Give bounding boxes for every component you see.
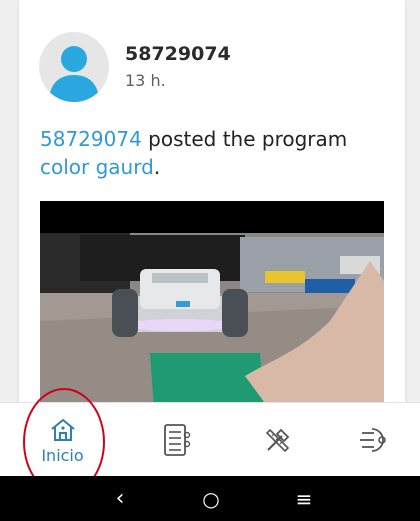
post-action-text: posted the program (141, 127, 348, 151)
nav-build[interactable] (225, 403, 330, 477)
post-username[interactable]: 58729074 (125, 43, 231, 65)
nav-inicio-label: Inicio (41, 445, 84, 465)
author-link[interactable]: 58729074 (40, 127, 142, 151)
nav-programs[interactable] (125, 403, 230, 477)
post-end-punct: . (153, 155, 161, 179)
build-tools-icon (265, 428, 289, 453)
system-home-button[interactable]: ○ (181, 476, 241, 521)
avatar[interactable] (39, 32, 109, 102)
home-icon (50, 418, 75, 441)
system-recents-button[interactable]: ≡ (274, 476, 334, 521)
user-placeholder-icon (49, 46, 99, 102)
post-video[interactable] (40, 201, 384, 410)
program-list-icon (163, 424, 190, 456)
post-timestamp: 13 h. (125, 71, 166, 90)
post-description: 58729074 posted the program color gaurd. (40, 125, 390, 181)
video-frame-image (40, 201, 384, 410)
program-link[interactable]: color gaurd (40, 155, 154, 179)
nav-more[interactable] (322, 403, 420, 477)
system-navigation-bar: ‹ ○ ≡ (0, 476, 420, 521)
menu-more-icon (359, 428, 386, 452)
bottom-navigation: Inicio (0, 402, 420, 477)
nav-inicio[interactable]: Inicio (10, 403, 115, 477)
system-back-button[interactable]: ‹ (90, 476, 150, 521)
feed-post-card: 58729074 13 h. 58729074 posted the progr… (19, 0, 405, 410)
